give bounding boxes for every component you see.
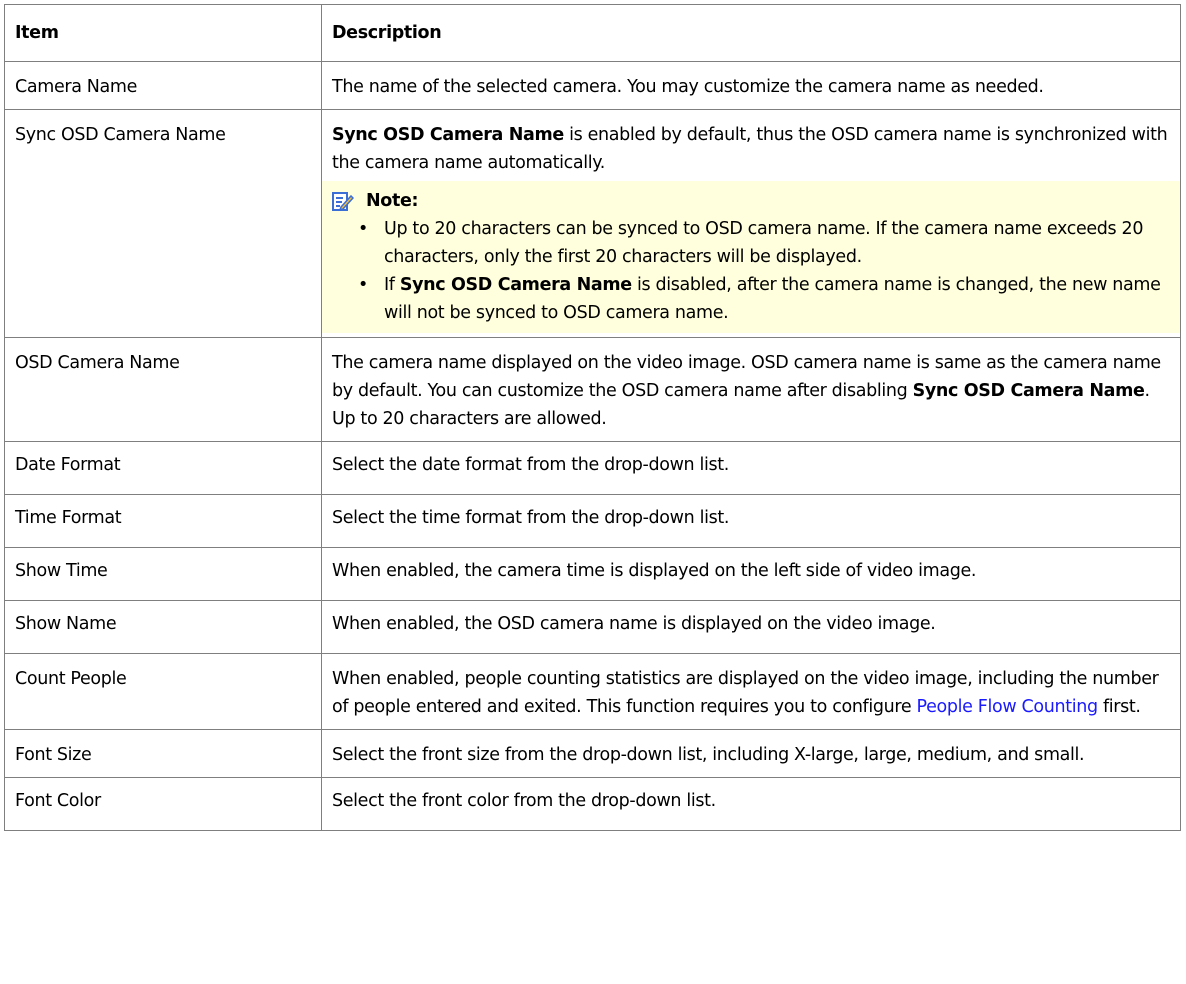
table-row: Font Color Select the front color from t…: [4, 777, 1181, 831]
people-flow-counting-link[interactable]: People Flow Counting: [916, 697, 1098, 717]
item-cell: Sync OSD Camera Name: [4, 109, 322, 338]
description-cell: Select the front color from the drop-dow…: [321, 777, 1181, 831]
table-row: OSD Camera Name The camera name displaye…: [4, 337, 1181, 442]
header-description: Description: [321, 4, 1181, 62]
parameter-table: Item Description Camera Name The name of…: [4, 4, 1181, 831]
description-cell: Select the date format from the drop-dow…: [321, 441, 1181, 495]
description-text: Sync OSD Camera Name is enabled by defau…: [332, 121, 1170, 177]
bold-term: Sync OSD Camera Name: [399, 275, 632, 295]
description-post: first.: [1097, 697, 1141, 717]
bold-term: Sync OSD Camera Name: [912, 381, 1145, 401]
description-cell: Sync OSD Camera Name is enabled by defau…: [321, 109, 1181, 338]
item-cell: Date Format: [4, 441, 322, 495]
note-text: Up to 20 characters can be synced to OSD…: [384, 219, 1144, 267]
note-box: Note: • Up to 20 characters can be synced…: [322, 181, 1180, 333]
table-row: Date Format Select the date format from …: [4, 441, 1181, 495]
table-row: Camera Name The name of the selected cam…: [4, 61, 1181, 110]
description-cell: When enabled, the camera time is display…: [321, 547, 1181, 601]
description-cell: The name of the selected camera. You may…: [321, 61, 1181, 110]
table-row: Sync OSD Camera Name Sync OSD Camera Nam…: [4, 109, 1181, 338]
note-pencil-icon: [332, 190, 355, 212]
table-row: Show Name When enabled, the OSD camera n…: [4, 600, 1181, 654]
header-item: Item: [4, 4, 322, 62]
item-cell: OSD Camera Name: [4, 337, 322, 442]
description-cell: Select the front size from the drop-down…: [321, 729, 1181, 778]
list-item: • If Sync OSD Camera Name is disabled, af…: [358, 275, 1161, 323]
note-list: • Up to 20 characters can be synced to OS…: [332, 215, 1170, 327]
item-cell: Font Size: [4, 729, 322, 778]
bold-term: Sync OSD Camera Name: [332, 125, 564, 145]
document-page: Item Description Camera Name The name of…: [4, 4, 1181, 831]
item-cell: Time Format: [4, 494, 322, 548]
item-cell: Camera Name: [4, 61, 322, 110]
table-row: Time Format Select the time format from …: [4, 494, 1181, 548]
description-cell: When enabled, people counting statistics…: [321, 653, 1181, 730]
table-row: Count People When enabled, people counti…: [4, 653, 1181, 730]
table-header-row: Item Description: [4, 4, 1181, 62]
note-label: Note:: [366, 191, 419, 211]
table-row: Show Time When enabled, the camera time …: [4, 547, 1181, 601]
description-cell: Select the time format from the drop-dow…: [321, 494, 1181, 548]
description-cell: The camera name displayed on the video i…: [321, 337, 1181, 442]
item-cell: Show Name: [4, 600, 322, 654]
item-cell: Count People: [4, 653, 322, 730]
item-cell: Font Color: [4, 777, 322, 831]
table-row: Font Size Select the front size from the…: [4, 729, 1181, 778]
description-cell: When enabled, the OSD camera name is dis…: [321, 600, 1181, 654]
list-item: • Up to 20 characters can be synced to OS…: [358, 219, 1144, 267]
item-cell: Show Time: [4, 547, 322, 601]
note-title: Note:: [332, 187, 1170, 215]
note-text-pre: If: [384, 275, 400, 295]
